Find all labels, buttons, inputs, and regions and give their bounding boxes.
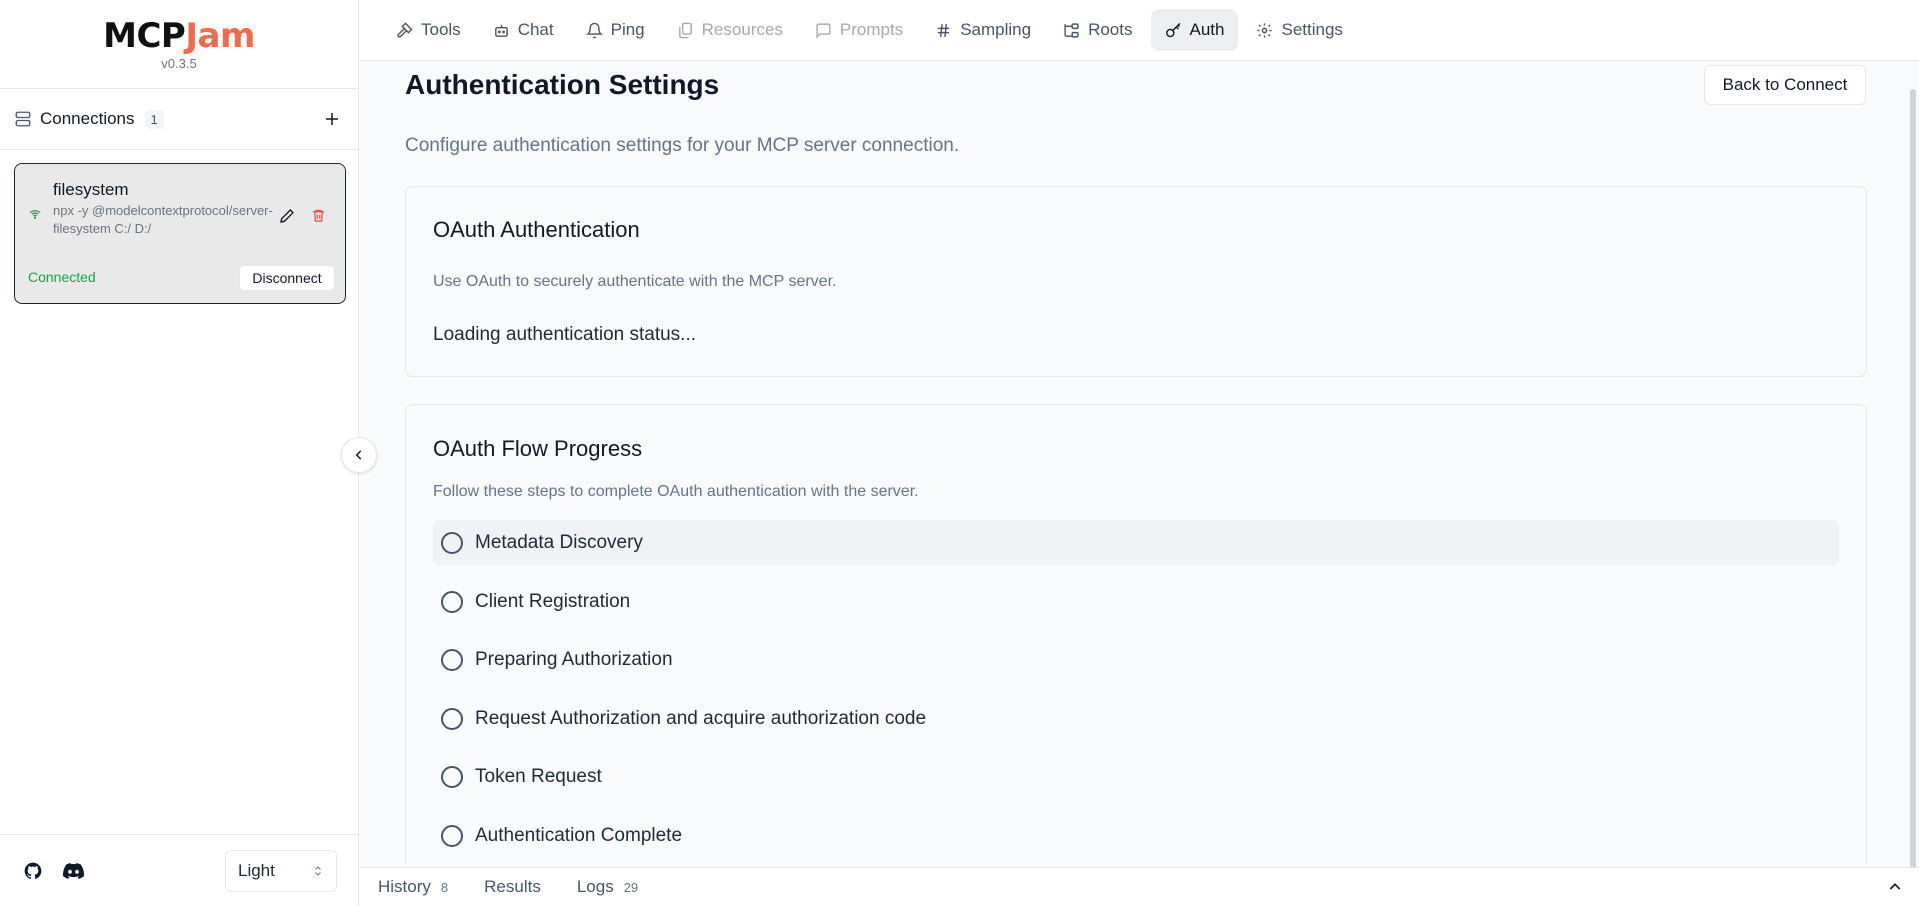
tab-settings[interactable]: Settings bbox=[1242, 9, 1356, 51]
collapse-sidebar-button[interactable] bbox=[341, 437, 377, 473]
sidebar: MCPJam v0.3.5 Connections 1 filesystem n… bbox=[0, 0, 359, 906]
flow-step[interactable]: Preparing Authorization bbox=[433, 637, 1839, 682]
pencil-icon bbox=[280, 209, 294, 223]
github-link[interactable] bbox=[22, 860, 44, 882]
message-square-icon bbox=[816, 22, 831, 39]
flow-step[interactable]: Client Registration bbox=[433, 579, 1839, 624]
oauth-card: OAuth Authentication Use OAuth to secure… bbox=[405, 186, 1867, 377]
tab-chat[interactable]: Chat bbox=[479, 9, 568, 51]
tab-auth[interactable]: Auth bbox=[1150, 9, 1239, 51]
oauth-card-title: OAuth Authentication bbox=[433, 217, 640, 242]
tab-prompts[interactable]: Prompts bbox=[801, 9, 917, 51]
oauth-flow-card: OAuth Flow Progress Follow these steps t… bbox=[405, 404, 1867, 867]
hammer-icon bbox=[397, 21, 413, 38]
step-circle-icon bbox=[441, 531, 463, 554]
gear-icon bbox=[1257, 22, 1273, 38]
flow-card-title: OAuth Flow Progress bbox=[433, 436, 643, 461]
flow-step[interactable]: Token Request bbox=[433, 754, 1839, 799]
logs-count: 29 bbox=[623, 880, 639, 895]
top-nav: Tools Chat Ping Resources Prompts Sampli… bbox=[360, 0, 1919, 61]
step-circle-icon bbox=[441, 824, 463, 847]
page-description: Configure authentication settings for yo… bbox=[405, 135, 960, 156]
connection-status: Connected bbox=[28, 269, 96, 285]
loading-status: Loading authentication status... bbox=[433, 324, 697, 345]
main-content: Authentication Settings Back to Connect … bbox=[360, 61, 1919, 867]
step-circle-icon bbox=[441, 590, 463, 613]
delete-server-button[interactable] bbox=[311, 208, 326, 228]
server-card[interactable]: filesystem npx -y @modelcontextprotocol/… bbox=[14, 163, 346, 304]
tab-resources[interactable]: Resources bbox=[663, 9, 797, 51]
connections-header: Connections 1 bbox=[0, 89, 358, 150]
wifi-icon bbox=[29, 210, 41, 219]
discord-link[interactable] bbox=[62, 860, 84, 882]
tab-tools[interactable]: Tools bbox=[382, 9, 475, 51]
step-circle-icon bbox=[441, 648, 463, 671]
chevrons-up-down-icon bbox=[315, 865, 321, 876]
main-scrollbar[interactable] bbox=[1907, 61, 1919, 869]
flow-step[interactable]: Authentication Complete bbox=[433, 813, 1839, 858]
tab-roots[interactable]: Roots bbox=[1049, 9, 1146, 51]
tab-logs[interactable]: Logs 29 bbox=[577, 877, 638, 897]
connections-count-badge: 1 bbox=[144, 109, 164, 129]
server-command: npx -y @modelcontextprotocol/server-file… bbox=[53, 203, 273, 236]
folder-tree-icon bbox=[1064, 22, 1079, 38]
history-count: 8 bbox=[440, 880, 449, 895]
theme-select[interactable]: Light bbox=[225, 849, 337, 892]
github-icon bbox=[24, 862, 42, 879]
scrollbar-thumb[interactable] bbox=[1910, 89, 1916, 869]
bottom-panel-bar: History 8 Results Logs 29 bbox=[360, 867, 1919, 906]
tab-sampling[interactable]: Sampling bbox=[921, 9, 1045, 51]
page-title: Authentication Settings bbox=[405, 69, 720, 100]
expand-panel-button[interactable] bbox=[1887, 879, 1903, 895]
edit-server-button[interactable] bbox=[279, 208, 295, 229]
sidebar-footer: Light bbox=[0, 834, 359, 906]
app-logo: MCPJam bbox=[103, 15, 255, 56]
trash-icon bbox=[312, 209, 325, 222]
hash-icon bbox=[938, 23, 950, 37]
server-icon bbox=[15, 111, 31, 127]
disconnect-button[interactable]: Disconnect bbox=[239, 265, 335, 291]
discord-icon bbox=[62, 862, 84, 879]
bell-icon bbox=[585, 22, 603, 38]
tab-ping[interactable]: Ping bbox=[572, 9, 659, 51]
flow-card-description: Follow these steps to complete OAuth aut… bbox=[433, 483, 919, 500]
server-name: filesystem bbox=[53, 180, 129, 199]
flow-step[interactable]: Metadata Discovery bbox=[433, 520, 1839, 565]
chevron-up-icon bbox=[1889, 883, 1901, 890]
app-version: v0.3.5 bbox=[161, 55, 197, 71]
step-circle-icon bbox=[441, 765, 463, 788]
bot-icon bbox=[494, 24, 508, 37]
oauth-card-description: Use OAuth to securely authenticate with … bbox=[433, 273, 837, 290]
brand-header: MCPJam v0.3.5 bbox=[0, 0, 358, 89]
connections-title: Connections bbox=[40, 109, 135, 128]
tab-results[interactable]: Results bbox=[484, 877, 541, 897]
flow-step[interactable]: Request Authorization and acquire author… bbox=[433, 696, 1839, 741]
plus-icon bbox=[326, 113, 338, 125]
files-icon bbox=[678, 22, 692, 38]
step-circle-icon bbox=[441, 707, 463, 730]
add-connection-button[interactable] bbox=[320, 107, 344, 131]
key-icon bbox=[1165, 22, 1180, 37]
chevron-left-icon bbox=[355, 450, 362, 460]
tab-history[interactable]: History 8 bbox=[378, 877, 448, 897]
theme-select-value: Light bbox=[238, 860, 275, 880]
back-to-connect-button[interactable]: Back to Connect bbox=[1704, 65, 1866, 105]
